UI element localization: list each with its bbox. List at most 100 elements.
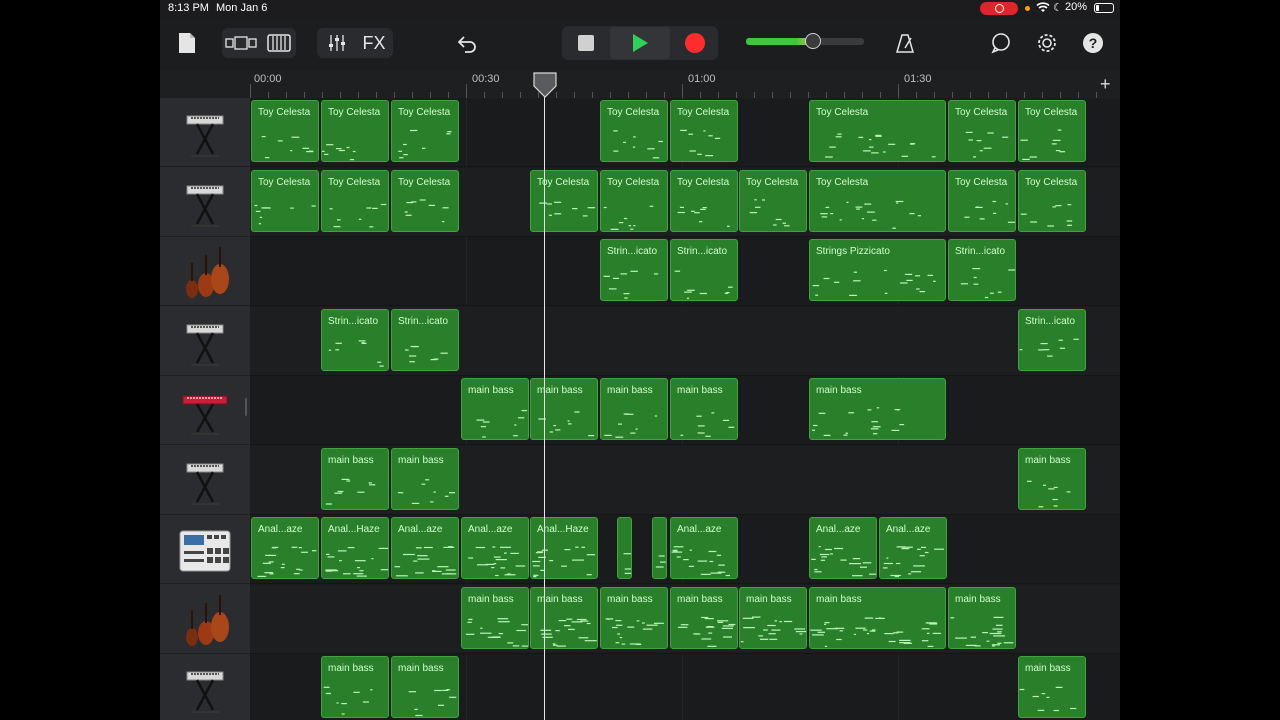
region[interactable]: Anal...aze	[809, 517, 877, 579]
timeline-ruler[interactable]: 00:00 00:30 01:00 01:30	[250, 70, 1120, 99]
region[interactable]: Strin...icato	[321, 309, 389, 371]
region-notes	[392, 542, 458, 578]
region[interactable]: Toy Celesta	[251, 100, 319, 162]
region[interactable]: main bass	[391, 656, 459, 718]
region[interactable]: Toy Celesta	[1018, 100, 1086, 162]
play-button[interactable]	[610, 27, 670, 59]
region[interactable]: main bass	[461, 587, 529, 649]
region-label: Strin...icato	[677, 246, 728, 257]
document-icon[interactable]	[176, 30, 198, 56]
region[interactable]: Toy Celesta	[391, 170, 459, 232]
region-label: Toy Celesta	[816, 107, 869, 118]
region-label: main bass	[468, 594, 514, 605]
region[interactable]: Toy Celesta	[809, 170, 946, 232]
region-notes	[392, 334, 458, 370]
region[interactable]: Toy Celesta	[600, 170, 668, 232]
region-notes	[810, 403, 945, 439]
track-header[interactable]	[160, 307, 250, 376]
red-synth-icon	[178, 384, 232, 440]
region[interactable]: Toy Celesta	[670, 100, 738, 162]
region[interactable]: main bass	[530, 587, 598, 649]
region[interactable]: Toy Celesta	[251, 170, 319, 232]
screen-recording-icon[interactable]	[980, 2, 1018, 15]
region-notes	[322, 681, 388, 717]
track-header[interactable]	[160, 168, 250, 237]
region-label: main bass	[607, 385, 653, 396]
region[interactable]: Toy Celesta	[321, 100, 389, 162]
region[interactable]: main bass	[321, 656, 389, 718]
region[interactable]: Anal...Haze	[530, 517, 598, 579]
track-header[interactable]	[160, 585, 250, 654]
region[interactable]: Strin...icato	[391, 309, 459, 371]
region-notes	[949, 195, 1015, 231]
loop-browser-icon[interactable]	[988, 30, 1014, 56]
track-header[interactable]	[160, 654, 250, 720]
region[interactable]: Strin...icato	[948, 239, 1016, 301]
region[interactable]: main bass	[739, 587, 807, 649]
keyboard-icon[interactable]	[264, 30, 294, 56]
region[interactable]: Anal...aze	[879, 517, 947, 579]
region[interactable]: Toy Celesta	[321, 170, 389, 232]
record-button[interactable]	[676, 29, 714, 57]
region[interactable]	[617, 517, 632, 579]
add-section-icon[interactable]: +	[1100, 74, 1111, 95]
region[interactable]: Toy Celesta	[948, 100, 1016, 162]
region[interactable]: Toy Celesta	[809, 100, 946, 162]
header-resize-handle[interactable]	[245, 398, 247, 416]
region[interactable]: Anal...aze	[251, 517, 319, 579]
region[interactable]: Toy Celesta	[739, 170, 807, 232]
region-notes	[392, 473, 458, 509]
mixer-icon[interactable]	[322, 30, 352, 56]
tracks-view-icon[interactable]	[224, 30, 258, 56]
region[interactable]: Toy Celesta	[1018, 170, 1086, 232]
undo-icon[interactable]	[454, 30, 480, 56]
region[interactable]: Anal...aze	[670, 517, 738, 579]
region[interactable]: main bass	[321, 448, 389, 510]
region[interactable]: Anal...aze	[391, 517, 459, 579]
track-header[interactable]	[160, 376, 250, 445]
region-notes	[618, 542, 631, 578]
region[interactable]: main bass	[600, 587, 668, 649]
help-icon[interactable]: ?	[1080, 30, 1106, 56]
track-header[interactable]	[160, 237, 250, 306]
settings-gear-icon[interactable]	[1034, 30, 1060, 56]
region[interactable]: main bass	[530, 378, 598, 440]
region[interactable]: main bass	[600, 378, 668, 440]
fx-button[interactable]: FX	[358, 30, 390, 56]
region[interactable]: main bass	[809, 587, 946, 649]
region[interactable]: main bass	[670, 587, 738, 649]
master-volume-slider[interactable]	[744, 32, 868, 52]
track-header[interactable]	[160, 515, 250, 584]
ruler-corner	[160, 70, 250, 98]
region[interactable]: Toy Celesta	[391, 100, 459, 162]
region[interactable]: Toy Celesta	[948, 170, 1016, 232]
volume-knob[interactable]	[805, 33, 821, 49]
region[interactable]: main bass	[1018, 448, 1086, 510]
region[interactable]: main bass	[809, 378, 946, 440]
region-notes	[531, 195, 597, 231]
region[interactable]: Strin...icato	[670, 239, 738, 301]
stop-button[interactable]	[568, 29, 604, 57]
region[interactable]: Strin...icato	[600, 239, 668, 301]
region[interactable]	[652, 517, 667, 579]
track-header[interactable]	[160, 446, 250, 515]
region[interactable]: Strings Pizzicato	[809, 239, 946, 301]
region[interactable]: main bass	[948, 587, 1016, 649]
region[interactable]: main bass	[461, 378, 529, 440]
region[interactable]: Anal...Haze	[321, 517, 389, 579]
region[interactable]: Toy Celesta	[600, 100, 668, 162]
metronome-icon[interactable]	[892, 30, 918, 56]
region[interactable]: Strin...icato	[1018, 309, 1086, 371]
track-header[interactable]	[160, 98, 250, 167]
region[interactable]: main bass	[1018, 656, 1086, 718]
region[interactable]: Toy Celesta	[670, 170, 738, 232]
region-label: Strings Pizzicato	[816, 246, 890, 257]
moon-icon: ☾	[1053, 2, 1063, 14]
region-label: Toy Celesta	[607, 177, 660, 188]
region[interactable]: Anal...aze	[461, 517, 529, 579]
region[interactable]: main bass	[391, 448, 459, 510]
region-notes	[462, 403, 528, 439]
region[interactable]: main bass	[670, 378, 738, 440]
region-notes	[601, 195, 667, 231]
region[interactable]: Toy Celesta	[530, 170, 598, 232]
